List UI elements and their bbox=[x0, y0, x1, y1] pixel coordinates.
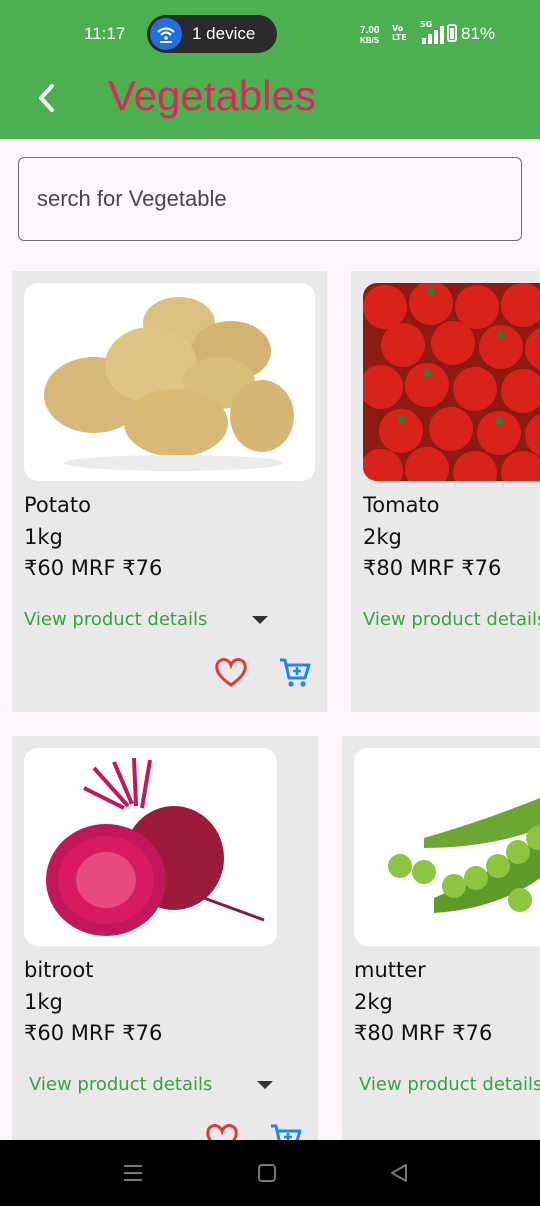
heart-outline-icon[interactable] bbox=[214, 656, 248, 692]
status-bar: 11:17 1 device 7.00 KB/S Vo LTE 5G 81% bbox=[0, 0, 540, 70]
home-square-icon[interactable] bbox=[256, 1162, 278, 1188]
product-price: ₹80 MRF ₹76 bbox=[354, 1021, 493, 1045]
product-name: Potato bbox=[24, 493, 91, 517]
product-name: bitroot bbox=[24, 958, 94, 982]
product-image-tomato bbox=[363, 283, 540, 481]
product-qty: 1kg bbox=[24, 990, 63, 1014]
product-image-mutter bbox=[354, 748, 540, 946]
chevron-down-icon[interactable] bbox=[252, 616, 268, 624]
net-speed-value: 7.00 bbox=[360, 25, 380, 36]
page-title: Vegetables bbox=[108, 72, 316, 119]
product-qty: 2kg bbox=[354, 990, 393, 1014]
product-card-tomato[interactable]: Tomato 2kg ₹80 MRF ₹76 View product deta… bbox=[351, 271, 540, 712]
network-speed: 7.00 KB/S bbox=[360, 26, 379, 46]
battery-percent: 81% bbox=[461, 24, 496, 43]
volte-label: Vo LTE bbox=[392, 24, 407, 42]
product-image-bitroot bbox=[24, 748, 277, 946]
product-card-mutter[interactable]: mutter 2kg ₹80 MRF ₹76 View product deta… bbox=[342, 736, 540, 1156]
device-pill-label: 1 device bbox=[192, 24, 256, 43]
chevron-left-icon bbox=[39, 84, 54, 112]
view-product-details-link[interactable]: View product details bbox=[359, 1074, 540, 1095]
product-qty: 2kg bbox=[363, 525, 402, 549]
back-button[interactable] bbox=[30, 80, 66, 116]
network-type: 5G bbox=[420, 20, 433, 29]
view-product-details-link[interactable]: View product details bbox=[363, 609, 540, 630]
product-name: mutter bbox=[354, 958, 426, 982]
product-price: ₹80 MRF ₹76 bbox=[363, 556, 502, 580]
status-time: 11:17 bbox=[84, 24, 126, 43]
product-card-bitroot[interactable]: bitroot 1kg ₹60 MRF ₹76 View product det… bbox=[12, 736, 318, 1156]
battery-icon bbox=[447, 24, 457, 42]
signal-icon: 5G bbox=[420, 20, 444, 44]
menu-icon[interactable] bbox=[122, 1162, 144, 1188]
back-triangle-icon[interactable] bbox=[388, 1162, 410, 1188]
search-placeholder: serch for Vegetable bbox=[37, 186, 227, 211]
product-price: ₹60 MRF ₹76 bbox=[24, 1021, 163, 1045]
product-qty: 1kg bbox=[24, 525, 63, 549]
search-input[interactable]: serch for Vegetable bbox=[18, 157, 522, 241]
view-product-details-link[interactable]: View product details bbox=[24, 609, 207, 630]
wifi-icon bbox=[150, 18, 182, 50]
product-name: Tomato bbox=[363, 493, 440, 517]
net-speed-unit: KB/S bbox=[360, 36, 380, 45]
cart-add-icon[interactable] bbox=[278, 656, 312, 694]
system-nav-bar bbox=[0, 1140, 540, 1206]
product-card-potato[interactable]: Potato 1kg ₹60 MRF ₹76 View product deta… bbox=[12, 271, 327, 712]
product-image-potato bbox=[24, 283, 315, 481]
device-pill[interactable]: 1 device bbox=[147, 15, 277, 53]
app-bar: 11:17 1 device 7.00 KB/S Vo LTE 5G 81% V… bbox=[0, 0, 540, 139]
product-price: ₹60 MRF ₹76 bbox=[24, 556, 163, 580]
view-product-details-link[interactable]: View product details bbox=[29, 1074, 212, 1095]
chevron-down-icon[interactable] bbox=[257, 1081, 273, 1089]
